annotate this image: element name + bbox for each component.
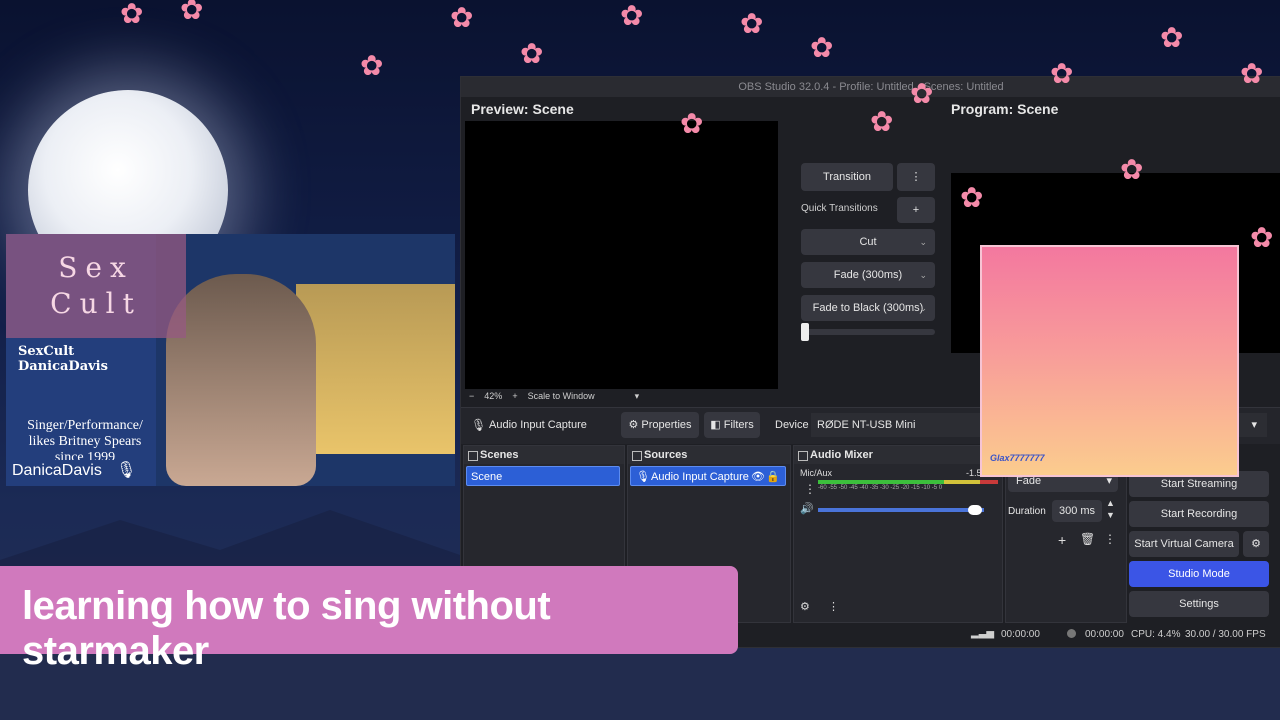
- studio-mode-button[interactable]: Studio Mode: [1129, 561, 1269, 587]
- scale-dropdown-icon[interactable]: ▾: [635, 391, 640, 401]
- room-background: [296, 284, 455, 454]
- cherry-blossom-icon: ✿: [620, 0, 644, 31]
- cherry-blossom-icon: ✿: [740, 8, 764, 39]
- lock-icon[interactable]: 🔒: [766, 467, 780, 487]
- cherry-blossom-icon: ✿: [1120, 154, 1144, 185]
- cherry-blossom-icon: ✿: [810, 32, 834, 63]
- settings-button[interactable]: Settings: [1129, 591, 1269, 617]
- profile-bio-line1: Singer/Performance/: [27, 418, 143, 433]
- volume-scale: -60 -55 -50 -45 -40 -35 -30 -25 -20 -15 …: [818, 485, 943, 491]
- zoom-in-icon[interactable]: +: [512, 391, 517, 401]
- speaker-icon[interactable]: 🔊: [800, 502, 814, 515]
- chat-overlay-widget: Glax7777777: [980, 245, 1239, 477]
- person-face: [166, 274, 316, 486]
- cpu-usage: CPU: 4.4%: [1131, 629, 1181, 640]
- quick-transitions-label: Quick Transitions: [801, 203, 878, 214]
- transition-button[interactable]: Transition: [801, 163, 893, 191]
- cherry-blossom-icon: ✿: [180, 0, 204, 25]
- fps-readout: 30.00 / 30.00 FPS: [1185, 629, 1266, 640]
- scene-list-item[interactable]: Scene: [466, 466, 620, 486]
- cherry-blossom-icon: ✿: [1250, 222, 1274, 253]
- audio-mixer-title: Audio Mixer: [810, 449, 873, 461]
- microphone-icon: 🎙: [636, 471, 650, 483]
- program-title: Program: Scene: [951, 101, 1059, 117]
- duration-stepper-up-icon[interactable]: ▲: [1106, 498, 1115, 508]
- transition-slider-handle[interactable]: [801, 323, 809, 341]
- filters-button[interactable]: ◧ Filters: [704, 412, 760, 438]
- caption-banner: learning how to sing without starmaker: [0, 566, 738, 673]
- cherry-blossom-icon: ✿: [1240, 58, 1264, 89]
- transition-slider[interactable]: [801, 323, 935, 341]
- properties-button[interactable]: ⚙ Properties: [621, 412, 699, 438]
- preview-title: Preview: Scene: [471, 101, 574, 117]
- duration-label: Duration: [1008, 506, 1046, 517]
- stream-time: 00:00:00: [1001, 629, 1040, 640]
- dock-icon: [468, 451, 478, 461]
- zoom-level: 42%: [484, 391, 503, 401]
- window-title: OBS Studio 32.0.4 - Profile: Untitled - …: [461, 77, 1280, 97]
- profile-bio-line3: since 1999: [54, 450, 116, 460]
- record-indicator-icon: [1067, 629, 1076, 638]
- cherry-blossom-icon: ✿: [450, 2, 474, 33]
- gear-icon: ⚙: [628, 419, 642, 431]
- profile-panel: Sex Cult SexCult DanicaDavis Singer/Perf…: [6, 234, 186, 486]
- virtual-camera-settings-icon[interactable]: ⚙: [1243, 531, 1269, 557]
- profile-name: SexCult DanicaDavis: [18, 344, 108, 374]
- device-label: Device: [775, 419, 809, 431]
- cherry-blossom-icon: ✿: [1160, 22, 1184, 53]
- cherry-blossom-icon: ✿: [910, 78, 934, 109]
- mixer-channel-name: Mic/Aux: [800, 468, 833, 478]
- overlay-username: Glax7777777: [990, 453, 1045, 463]
- volume-meter: [818, 480, 998, 484]
- scale-mode[interactable]: Scale to Window: [528, 391, 595, 401]
- caption-text: learning how to sing without starmaker: [22, 584, 551, 673]
- add-quick-transition-button[interactable]: +: [897, 197, 935, 223]
- transition-more-icon[interactable]: ⋮: [1104, 532, 1116, 546]
- quick-transition-fade[interactable]: Fade (300ms) ⌄: [801, 262, 935, 288]
- profile-username: DanicaDavis: [12, 462, 102, 479]
- cherry-blossom-icon: ✿: [680, 108, 704, 139]
- start-recording-button[interactable]: Start Recording: [1129, 501, 1269, 527]
- profile-bio-line2: likes Britney Spears: [28, 434, 142, 449]
- visibility-eye-icon[interactable]: 👁: [751, 467, 765, 487]
- cherry-blossom-icon: ✿: [520, 38, 544, 69]
- cherry-blossom-icon: ✿: [360, 50, 384, 81]
- scenes-dock-title: Scenes: [480, 449, 519, 461]
- cherry-blossom-icon: ✿: [120, 0, 144, 29]
- record-time: 00:00:00: [1085, 629, 1124, 640]
- mixer-settings-icon[interactable]: ⚙: [800, 600, 810, 613]
- filter-icon: ◧: [710, 419, 724, 431]
- selected-source-name: Audio Input Capture: [489, 419, 587, 431]
- microphone-icon: 🎙: [471, 418, 487, 432]
- cherry-blossom-icon: ✿: [1050, 58, 1074, 89]
- profile-logo-text: Sex Cult: [6, 234, 186, 338]
- quick-transition-fade-to-black[interactable]: Fade to Black (300ms) ⌄: [801, 295, 935, 321]
- mixer-more-icon[interactable]: ⋮: [828, 600, 839, 613]
- audio-mixer-dock: Audio Mixer Mic/Aux -1.5 ⋮ -60 -55 -50 -…: [793, 445, 1003, 623]
- transition-menu-button[interactable]: ⋮: [897, 163, 935, 191]
- duration-stepper-down-icon[interactable]: ▼: [1106, 510, 1115, 520]
- volume-slider-handle[interactable]: [968, 505, 982, 515]
- cherry-blossom-icon: ✿: [960, 182, 984, 213]
- controls-dock: Start Streaming Start Recording Start Vi…: [1129, 469, 1269, 619]
- sources-dock-title: Sources: [644, 449, 688, 461]
- cherry-blossom-icon: ✿: [870, 106, 894, 137]
- preview-canvas[interactable]: [465, 121, 778, 389]
- duration-input[interactable]: 300 ms: [1052, 500, 1102, 522]
- trash-icon[interactable]: 🗑: [1080, 532, 1095, 546]
- chevron-down-icon: ▾: [1251, 419, 1257, 431]
- quick-transition-cut[interactable]: Cut ⌄: [801, 229, 935, 255]
- signal-icon: ▂▃▅: [971, 628, 995, 639]
- mixer-menu-icon[interactable]: ⋮: [804, 482, 816, 496]
- zoom-out-icon[interactable]: −: [469, 391, 474, 401]
- volume-slider[interactable]: [818, 505, 984, 515]
- start-virtual-camera-button[interactable]: Start Virtual Camera: [1129, 531, 1239, 557]
- add-transition-icon[interactable]: +: [1058, 532, 1066, 548]
- source-list-item[interactable]: 🎙 Audio Input Capture 👁 🔒: [630, 466, 786, 486]
- microphone-icon: 🎙: [116, 462, 137, 479]
